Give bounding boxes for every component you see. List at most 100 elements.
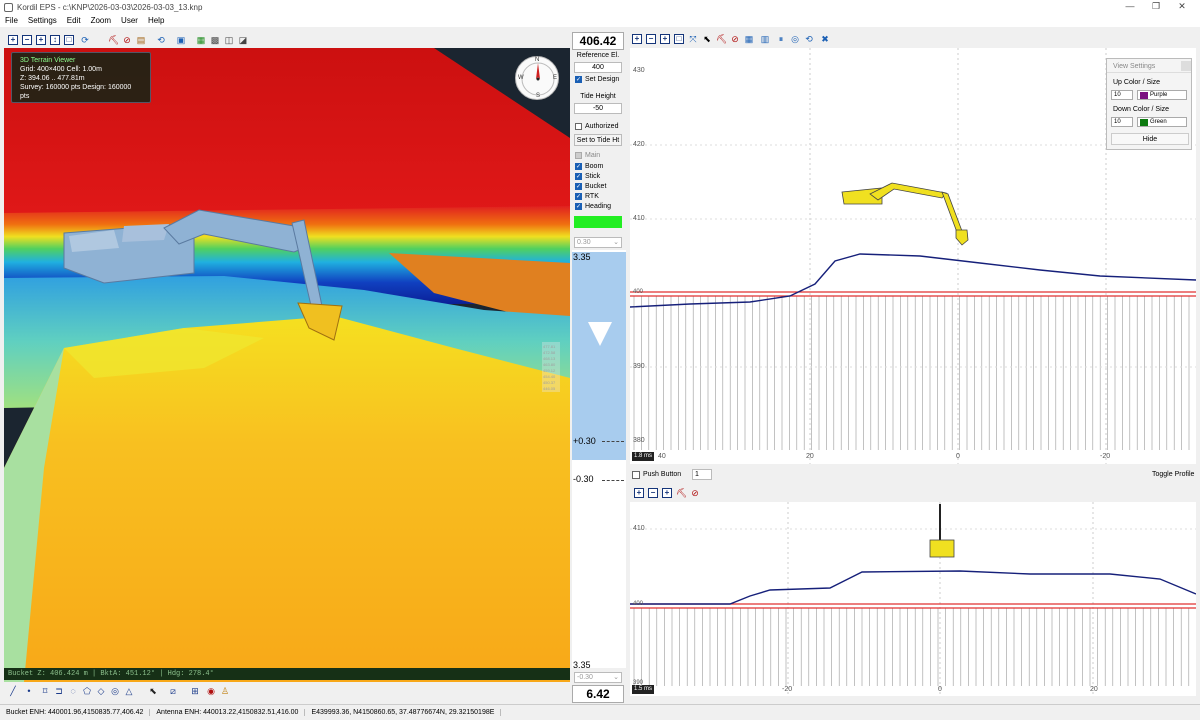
stop-icon[interactable]: ⊘ [122, 35, 132, 45]
info-z-range: Z: 394.06 .. 477.81m [20, 75, 85, 82]
polygon-tool-icon[interactable]: ⬠ [82, 686, 92, 696]
zoom-out-icon[interactable]: − [22, 35, 32, 45]
menu-user[interactable]: User [116, 16, 143, 25]
menu-bar: File Settings Edit Zoom User Help [0, 14, 1200, 27]
down-size-stepper[interactable]: 10 [1111, 117, 1133, 127]
set-tide-button[interactable]: Set to Tide Ht [574, 134, 622, 146]
push-button-checkbox[interactable] [632, 471, 640, 479]
close-profile-icon[interactable]: ✖ [820, 34, 830, 44]
minimize-button[interactable]: — [1116, 0, 1144, 14]
zoom-extents-icon[interactable]: + [36, 35, 46, 45]
check-label: Stick [585, 173, 601, 180]
person-tool-icon[interactable]: ♙ [220, 686, 230, 696]
zoom-out-icon[interactable]: − [646, 34, 656, 44]
pan-icon[interactable]: ⤧ [688, 34, 698, 44]
grid-icon[interactable]: ▦ [196, 35, 206, 45]
terrain-3d-view[interactable]: 477.81 472.58 468.13 463.80 459.12 454.4… [4, 48, 570, 682]
check-label: Main [585, 152, 601, 159]
stick-checkbox[interactable]: ✓ Stick [575, 173, 600, 180]
target-icon[interactable]: ◎ [790, 34, 800, 44]
pointer-icon[interactable]: ⬉ [702, 34, 712, 44]
surface-icon[interactable]: ◪ [238, 35, 248, 45]
zoom-in-icon[interactable]: + [8, 35, 18, 45]
reference-label: Reference El. [576, 52, 620, 59]
point-tool-icon[interactable]: • [24, 686, 34, 696]
zoom-window-icon[interactable]: ↕ [50, 35, 60, 45]
profile-toolbar: + − + □ ⤧ ⬉ ⛏ ⊘ ▦ ▥ ⏸ ◎ ⟲ ✖ [630, 32, 1196, 46]
menu-zoom[interactable]: Zoom [86, 16, 116, 25]
menu-file[interactable]: File [0, 16, 23, 25]
triangle-tool-icon[interactable]: △ [124, 686, 134, 696]
excavator-icon[interactable]: ⛏ [716, 34, 727, 44]
stop-icon[interactable]: ⊘ [730, 34, 740, 44]
app-logo-icon [4, 2, 13, 12]
excavator-icon[interactable]: ⛏ [676, 488, 687, 498]
polyline-tool-icon[interactable]: ⊐ [54, 686, 64, 696]
toggle-profile-button[interactable]: Toggle Profile [1152, 471, 1194, 478]
grid-icon[interactable]: ▦ [744, 34, 754, 44]
fit-view-icon[interactable]: □ [64, 35, 74, 45]
refresh-icon[interactable]: ⟲ [804, 34, 814, 44]
refresh-icon[interactable]: ⟲ [156, 35, 166, 45]
bottom-select[interactable]: -0.30 ⌄ [574, 672, 622, 683]
set-design-label: Set Design [585, 76, 620, 83]
gauge-plus-value: +0.30 [573, 436, 596, 446]
y-tick: 390 [633, 363, 645, 370]
menu-edit[interactable]: Edit [62, 16, 86, 25]
pointer-tool-icon[interactable]: ⬉ [148, 686, 158, 696]
reference-input[interactable]: 400 [574, 62, 622, 73]
bucket-checkbox[interactable]: ✓ Bucket [575, 183, 606, 190]
check-icon: ✓ [575, 173, 582, 180]
viewer-status-line: Bucket Z: 406.424 m | BktA: 451.12° | Hd… [4, 668, 570, 680]
down-color-select[interactable]: Green [1137, 117, 1187, 127]
tide-input[interactable]: -50 [574, 103, 622, 114]
set-design-checkbox[interactable]: ✓ Set Design [575, 76, 619, 83]
boom-checkbox[interactable]: ✓ Boom [575, 163, 603, 170]
up-color-select[interactable]: Purple [1137, 90, 1187, 100]
terrain-icon[interactable]: ▩ [210, 35, 220, 45]
grade-bar [572, 252, 626, 460]
compass-east: E [553, 75, 558, 81]
heading-checkbox[interactable]: ✓ Heading [575, 203, 611, 210]
zoom-in-icon[interactable]: + [632, 34, 642, 44]
pause-icon[interactable]: ⏸ [776, 34, 786, 44]
zoom-extents-icon[interactable]: + [662, 488, 672, 498]
compass-icon[interactable]: N S E W [515, 56, 559, 100]
measure-tool-icon[interactable]: ⧄ [168, 686, 178, 696]
layers-icon[interactable]: ▣ [176, 35, 186, 45]
close-icon[interactable] [1181, 61, 1191, 71]
check-label: Heading [585, 203, 612, 210]
stack-icon[interactable]: ◫ [224, 35, 234, 45]
tolerance-value: 0.30 [577, 239, 591, 246]
fit-view-icon[interactable]: □ [674, 34, 684, 44]
lasso-tool-icon[interactable]: ◌ [68, 686, 78, 696]
print-icon[interactable]: ▤ [136, 35, 146, 45]
zoom-extents-icon[interactable]: + [660, 34, 670, 44]
line-tool-icon[interactable]: ╱ [8, 686, 18, 696]
columns-icon[interactable]: ▥ [760, 34, 770, 44]
authorized-checkbox[interactable]: Authorized [575, 123, 618, 130]
excavator-icon[interactable]: ⛏ [108, 35, 119, 45]
gauge-plus-line [602, 441, 624, 442]
menu-help[interactable]: Help [143, 16, 169, 25]
profile-chart-bottom[interactable]: 410 400 390 -20 0 20 1.5 ms [630, 502, 1196, 696]
rtk-checkbox[interactable]: ✓ RTK [575, 193, 599, 200]
close-button[interactable]: ✕ [1168, 0, 1196, 14]
menu-settings[interactable]: Settings [23, 16, 62, 25]
maximize-button[interactable]: ❐ [1142, 0, 1170, 14]
ruler-tool-icon[interactable]: ⊞ [190, 686, 200, 696]
up-size-stepper[interactable]: 10 [1111, 90, 1133, 100]
push-spin-input[interactable]: 1 [692, 469, 712, 480]
zoom-in-icon[interactable]: + [634, 488, 644, 498]
rotate-view-icon[interactable]: ⟳ [80, 35, 90, 45]
rectangle-tool-icon[interactable]: ⌑ [40, 686, 50, 696]
hide-button[interactable]: Hide [1111, 133, 1189, 145]
shape-tool-icon[interactable]: ◇ [96, 686, 106, 696]
camera-tool-icon[interactable]: ◉ [206, 686, 216, 696]
target-tool-icon[interactable]: ◎ [110, 686, 120, 696]
main-checkbox[interactable]: Main [575, 152, 600, 159]
zoom-out-icon[interactable]: − [648, 488, 658, 498]
stop-icon[interactable]: ⊘ [690, 488, 700, 498]
tolerance-select[interactable]: 0.30 ⌄ [574, 237, 622, 248]
push-button-label: Push Button [643, 471, 682, 478]
